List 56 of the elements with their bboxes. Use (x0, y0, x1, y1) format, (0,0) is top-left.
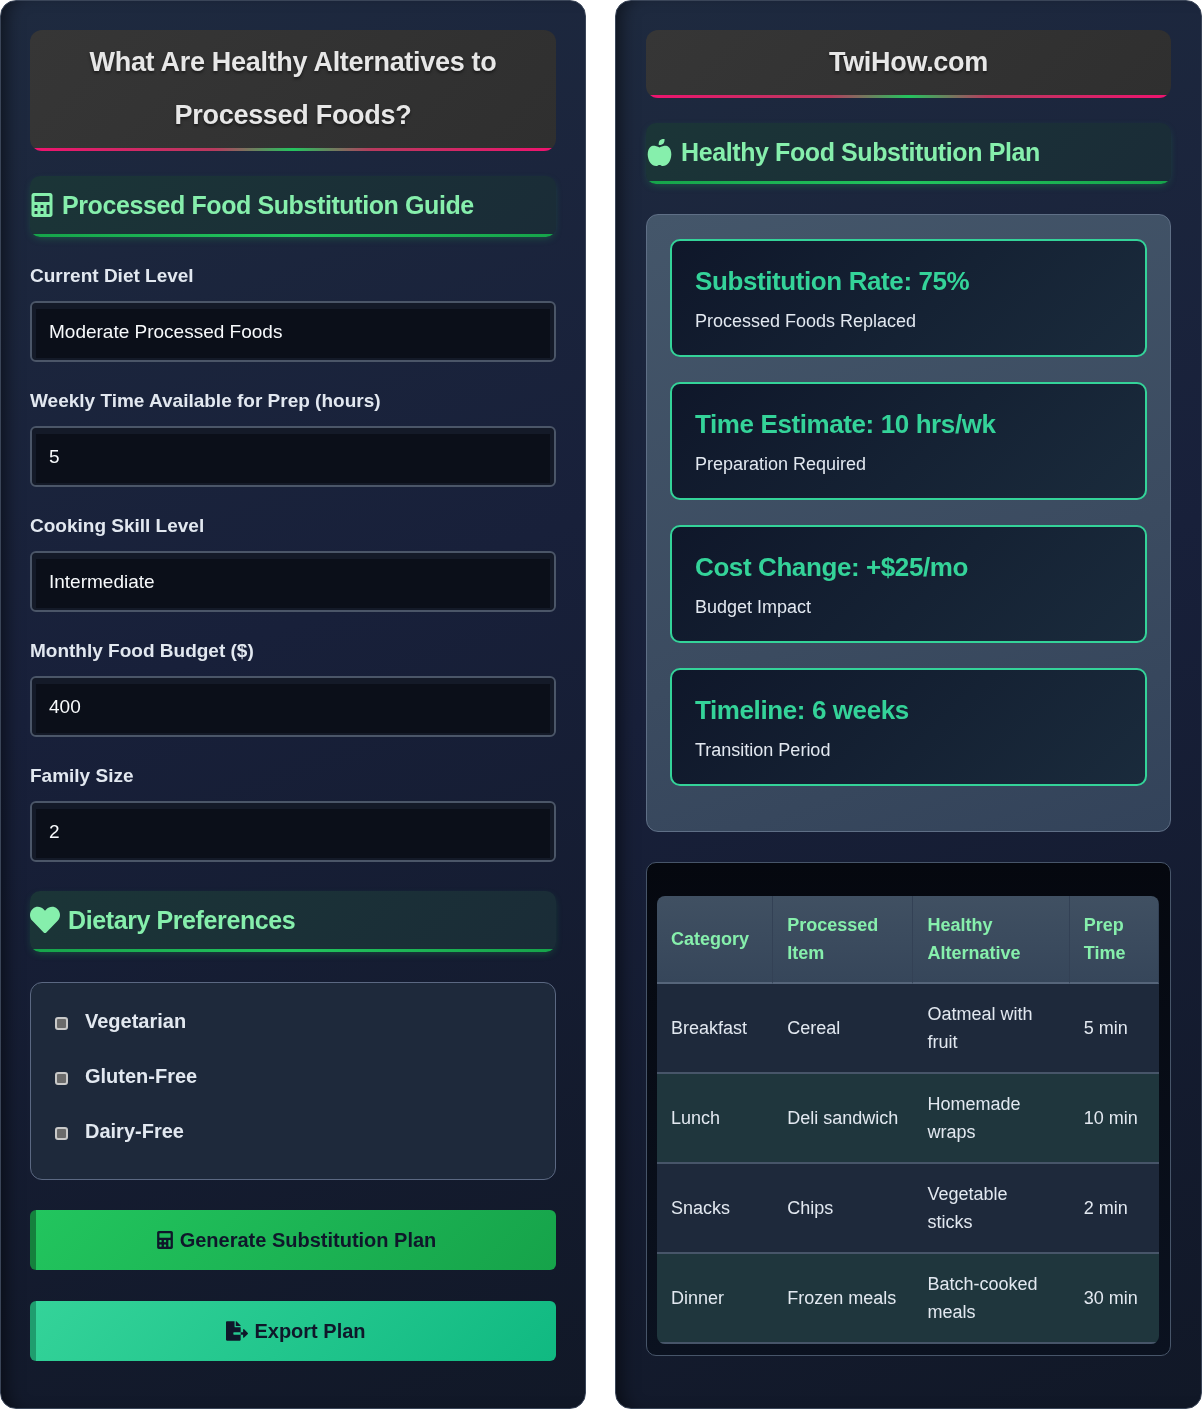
table-cell: Dinner (657, 1254, 774, 1344)
section-title: Processed Food Substitution Guide (62, 190, 474, 220)
field-label: Cooking Skill Level (30, 514, 205, 538)
field-label: Current Diet Level (30, 264, 194, 288)
result-caption: Transition Period (695, 739, 831, 762)
apple-icon (646, 138, 673, 166)
generate-button[interactable]: Generate Substitution Plan (30, 1210, 556, 1270)
table-cell: Lunch (657, 1074, 774, 1164)
table-cell: Oatmeal with fruit (913, 984, 1070, 1074)
table-cell: Cereal (773, 984, 914, 1074)
field-label: Monthly Food Budget ($) (30, 639, 254, 663)
result-title: Substitution Rate: 75% (695, 265, 970, 298)
table-cell: 10 min (1069, 1074, 1159, 1164)
result-title: Time Estimate: 10 hrs/wk (695, 408, 996, 441)
input-field[interactable]: 400 (30, 676, 556, 737)
checkbox-label: Vegetarian (85, 1008, 187, 1034)
site-title: TwiHow.com (646, 30, 1171, 98)
result-caption: Processed Foods Replaced (695, 310, 917, 333)
input-field[interactable]: Intermediate (30, 551, 556, 612)
section-title: Healthy Food Substitution Plan (681, 137, 1040, 167)
table-cell: Homemade wraps (913, 1074, 1070, 1164)
table-cell: 30 min (1069, 1254, 1159, 1344)
table-cell: Frozen meals (773, 1254, 914, 1344)
heart-icon (30, 905, 60, 935)
calculator-icon (30, 193, 54, 217)
result-caption: Budget Impact (695, 596, 812, 619)
table-cell: Chips (773, 1164, 914, 1254)
input-field[interactable]: 5 (30, 426, 556, 487)
column-header: Processed Item (773, 896, 914, 984)
file-export-icon (226, 1320, 249, 1342)
section-title: Dietary Preferences (68, 905, 296, 935)
table-cell: 2 min (1069, 1164, 1159, 1254)
result-title: Cost Change: +$25/mo (695, 551, 968, 584)
input-field[interactable]: Moderate Processed Foods (30, 301, 556, 362)
page-title: What Are Healthy Alternatives to Processed Foods? (30, 30, 556, 151)
column-header: Category (657, 896, 774, 984)
field-label: Weekly Time Available for Prep (hours) (30, 389, 381, 413)
table-cell: 5 min (1069, 984, 1159, 1074)
result-caption: Preparation Required (695, 453, 867, 476)
checkbox-label: Dairy-Free (85, 1118, 184, 1144)
table-cell: Snacks (657, 1164, 774, 1254)
export-button[interactable]: Export Plan (30, 1301, 556, 1361)
table-cell: Breakfast (657, 984, 774, 1074)
checkbox-label: Gluten-Free (85, 1063, 198, 1089)
checkbox[interactable] (55, 1127, 68, 1140)
table-cell: Deli sandwich (773, 1074, 914, 1164)
table-cell: Batch-cooked meals (913, 1254, 1070, 1344)
table-cell: Vegetable sticks (913, 1164, 1070, 1254)
checkbox[interactable] (55, 1017, 68, 1030)
checkbox[interactable] (55, 1072, 68, 1085)
result-title: Timeline: 6 weeks (695, 694, 909, 727)
column-header: Prep Time (1069, 896, 1159, 984)
calculator-icon (155, 1231, 174, 1249)
column-header: Healthy Alternative (913, 896, 1070, 984)
field-label: Family Size (30, 764, 134, 788)
input-field[interactable]: 2 (30, 801, 556, 862)
